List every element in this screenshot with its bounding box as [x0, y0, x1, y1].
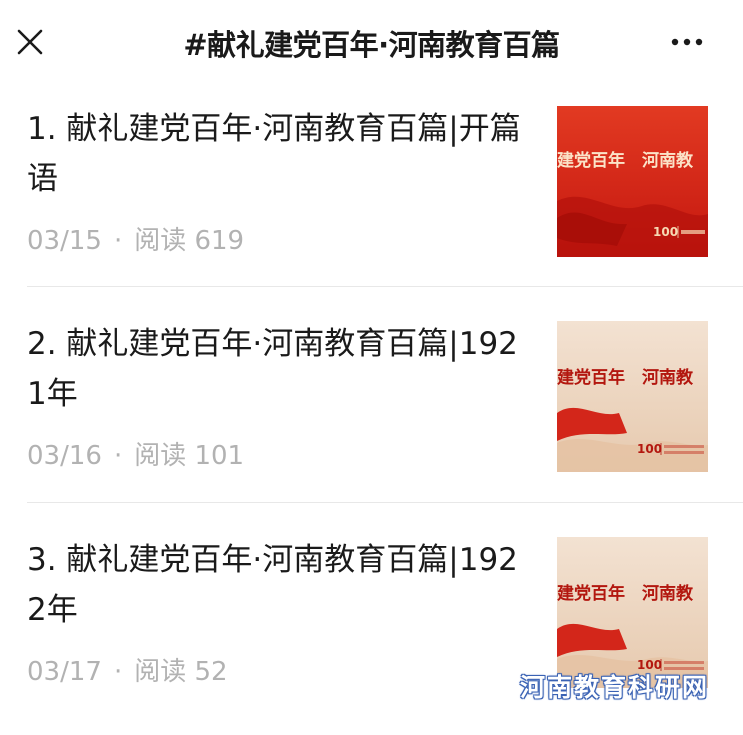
article-meta: 03/17 · 阅读 52 — [27, 651, 228, 688]
article-thumbnail[interactable]: 建党百年 河南教 100 — [557, 321, 708, 472]
article-date: 03/16 — [27, 441, 102, 471]
article-meta: 03/15 · 阅读 619 — [27, 220, 244, 257]
meta-separator: · — [113, 657, 123, 687]
page-title: #献礼建党百年·河南教育百篇 — [183, 28, 560, 62]
article-title: 1. 献礼建党百年·河南教育百篇|开篇语 — [27, 111, 521, 197]
article-title: 3. 献礼建党百年·河南教育百篇|1922年 — [27, 542, 518, 628]
close-icon — [17, 29, 43, 55]
more-icon — [671, 38, 703, 46]
beige-banner-image: 建党百年 河南教 100 — [557, 537, 708, 688]
article-item[interactable]: 2. 献礼建党百年·河南教育百篇|1921年 03/16 · 阅读 101 建党百年… — [0, 303, 743, 519]
beige-banner-image: 建党百年 河南教 100 — [557, 321, 708, 472]
list-divider — [27, 286, 743, 287]
watermark: 河南教育科研网 — [520, 673, 710, 702]
thumb-text: 建党百年 河南教 — [557, 367, 694, 388]
list-divider — [27, 502, 743, 503]
article-item[interactable]: 1. 献礼建党百年·河南教育百篇|开篇语 03/15 · 阅读 619 建党百年 河… — [0, 88, 743, 304]
thumb-text: 建党百年 河南教 — [557, 583, 694, 604]
article-read-count: 阅读 619 — [134, 226, 245, 256]
thumb-text: 建党百年 河南教 — [557, 150, 694, 171]
article-thumbnail[interactable]: 建党百年 河南教 100 — [557, 537, 708, 688]
meta-separator: · — [113, 226, 123, 256]
red-banner-image: 建党百年 河南教 100 — [557, 106, 708, 257]
article-read-count: 阅读 101 — [134, 441, 245, 471]
article-date: 03/17 — [27, 657, 102, 687]
article-thumbnail[interactable]: 建党百年 河南教 100 — [557, 106, 708, 257]
more-button[interactable] — [662, 28, 712, 56]
meta-separator: · — [113, 441, 123, 471]
article-title: 2. 献礼建党百年·河南教育百篇|1921年 — [27, 326, 518, 412]
top-bar: #献礼建党百年·河南教育百篇 — [0, 0, 743, 84]
article-read-count: 阅读 52 — [134, 657, 228, 687]
article-date: 03/15 — [27, 226, 102, 256]
thumb-logo: 100 — [637, 442, 662, 456]
thumb-logo: 100 — [653, 225, 678, 239]
close-button[interactable] — [14, 26, 46, 58]
article-meta: 03/16 · 阅读 101 — [27, 435, 244, 472]
